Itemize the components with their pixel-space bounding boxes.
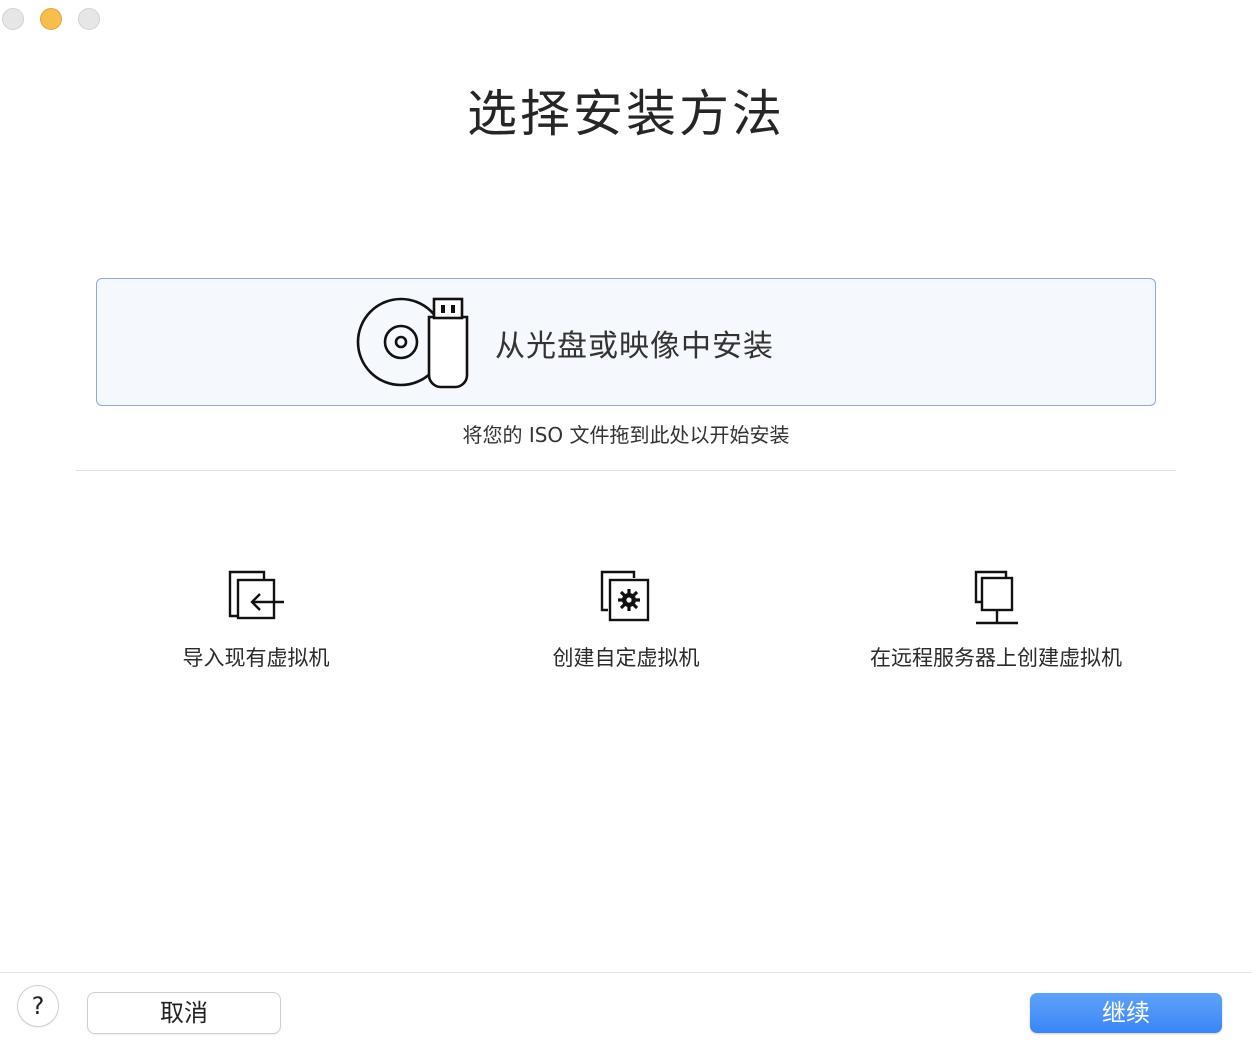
iso-drop-hint: 将您的 ISO 文件拖到此处以开始安装	[462, 423, 790, 447]
import-vm-label: 导入现有虚拟机	[182, 646, 330, 670]
section-divider	[76, 470, 1176, 471]
remote-server-vm-option[interactable]: 在远程服务器上创建虚拟机	[816, 568, 1176, 672]
continue-button[interactable]: 继续	[1030, 993, 1222, 1033]
import-vm-icon	[228, 570, 284, 620]
window-controls	[2, 8, 100, 30]
custom-vm-label: 创建自定虚拟机	[552, 646, 700, 670]
minimize-window-button[interactable]	[40, 8, 62, 30]
remote-server-label: 在远程服务器上创建虚拟机	[870, 646, 1122, 670]
close-window-button[interactable]	[2, 8, 24, 30]
custom-vm-icon	[600, 570, 650, 622]
cancel-button[interactable]: 取消	[88, 993, 280, 1033]
help-button[interactable]: ?	[18, 986, 58, 1026]
footer-divider	[0, 972, 1252, 973]
create-custom-vm-option[interactable]: 创建自定虚拟机	[446, 568, 806, 672]
install-from-disc-or-image-card[interactable]: 从光盘或映像中安装	[96, 278, 1156, 406]
import-existing-vm-option[interactable]: 导入现有虚拟机	[76, 568, 436, 672]
disc-usb-icon	[356, 297, 469, 389]
page-title: 选择安装方法	[467, 85, 785, 143]
installer-window: 选择安装方法 从光盘或映像中安装 将您的 ISO 文件拖到此处以开始安装 导入现…	[0, 0, 1252, 1050]
remote-server-icon	[974, 570, 1018, 625]
zoom-window-button[interactable]	[78, 8, 100, 30]
install-card-label: 从光盘或映像中安装	[495, 329, 774, 364]
